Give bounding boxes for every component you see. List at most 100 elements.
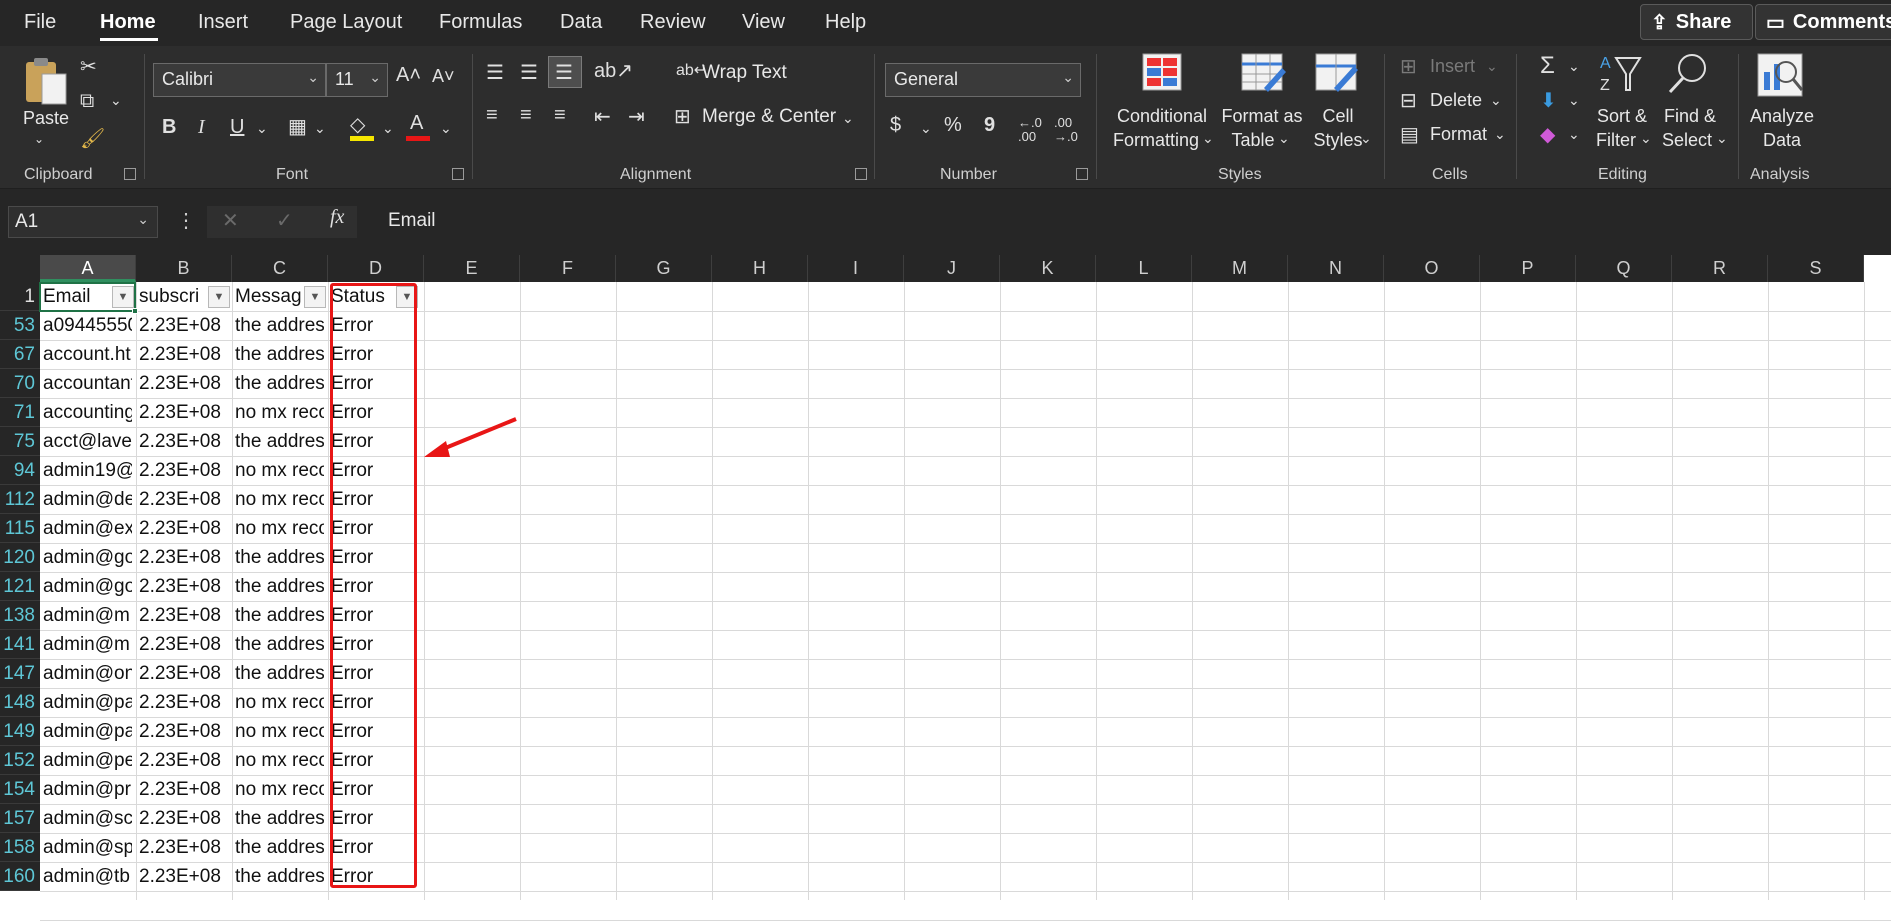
font-name-select[interactable]: Calibri ⌄: [153, 63, 326, 97]
table-cell[interactable]: the address: [232, 572, 324, 601]
table-cell[interactable]: 2.23E+08: [136, 717, 228, 746]
filter-dropdown-icon[interactable]: ▼: [304, 286, 326, 308]
table-cell[interactable]: 2.23E+08: [136, 398, 228, 427]
menu-insert[interactable]: Insert: [198, 11, 248, 34]
wrap-text-button[interactable]: Wrap Text: [702, 62, 787, 84]
share-button[interactable]: ⇪ Share: [1640, 4, 1753, 40]
table-cell[interactable]: no mx reco: [232, 485, 324, 514]
merge-dropdown-icon[interactable]: ⌄: [842, 110, 854, 127]
table-cell[interactable]: no mx reco: [232, 456, 324, 485]
orientation-icon[interactable]: ab↗: [594, 58, 633, 83]
row-header[interactable]: 121: [0, 572, 40, 601]
row-header[interactable]: 154: [0, 775, 40, 804]
decrease-font-size-icon[interactable]: A˅: [432, 66, 455, 87]
table-cell[interactable]: 2.23E+08: [136, 427, 228, 456]
column-header-n[interactable]: N: [1288, 255, 1384, 282]
column-header-j[interactable]: J: [904, 255, 1000, 282]
cut-icon[interactable]: ✂: [80, 54, 97, 79]
bold-button[interactable]: B: [162, 116, 176, 139]
table-cell[interactable]: 2.23E+08: [136, 833, 228, 862]
comma-style-button[interactable]: 9: [984, 114, 995, 137]
table-cell[interactable]: admin@pr: [40, 775, 132, 804]
increase-decimal-button[interactable]: ←.0 .00: [1018, 116, 1048, 144]
table-cell[interactable]: 2.23E+08: [136, 804, 228, 833]
row-header[interactable]: 138: [0, 601, 40, 630]
column-header-h[interactable]: H: [712, 255, 808, 282]
column-header-i[interactable]: I: [808, 255, 904, 282]
table-cell[interactable]: the address: [232, 630, 324, 659]
menu-home[interactable]: Home: [100, 11, 156, 34]
table-cell[interactable]: the address: [232, 427, 324, 456]
column-header-o[interactable]: O: [1384, 255, 1480, 282]
column-header-c[interactable]: C: [232, 255, 328, 282]
more-options-icon[interactable]: ⋮: [176, 208, 196, 233]
font-color-icon[interactable]: A: [410, 112, 423, 135]
row-header[interactable]: 148: [0, 688, 40, 717]
table-cell[interactable]: 2.23E+08: [136, 514, 228, 543]
number-launcher-icon[interactable]: [1076, 168, 1088, 180]
decrease-indent-icon[interactable]: ⇤: [594, 104, 611, 129]
cell-styles-button[interactable]: [1314, 52, 1360, 99]
column-header-f[interactable]: F: [520, 255, 616, 282]
table-cell[interactable]: admin@go: [40, 543, 132, 572]
table-cell[interactable]: 2.23E+08: [136, 659, 228, 688]
table-cell[interactable]: admin@de: [40, 485, 132, 514]
row-header[interactable]: 75: [0, 427, 40, 456]
table-cell[interactable]: admin@pa: [40, 717, 132, 746]
currency-button[interactable]: $: [890, 114, 901, 137]
table-cell[interactable]: 2.23E+08: [136, 456, 228, 485]
borders-dropdown-icon[interactable]: ⌄: [314, 120, 326, 137]
font-color-dropdown-icon[interactable]: ⌄: [440, 120, 452, 137]
row-header[interactable]: 157: [0, 804, 40, 833]
align-center-icon[interactable]: ≡: [520, 104, 532, 127]
percent-button[interactable]: %: [944, 114, 962, 137]
column-header-l[interactable]: L: [1096, 255, 1192, 282]
table-cell[interactable]: accounting: [40, 398, 132, 427]
table-cell[interactable]: the address: [232, 543, 324, 572]
table-cell[interactable]: admin@go: [40, 572, 132, 601]
column-header-s[interactable]: S: [1768, 255, 1864, 282]
table-cell[interactable]: acct@lave: [40, 427, 132, 456]
column-header-b[interactable]: B: [136, 255, 232, 282]
column-header-a[interactable]: A: [40, 255, 136, 282]
table-cell[interactable]: no mx reco: [232, 398, 324, 427]
row-header[interactable]: 120: [0, 543, 40, 572]
row-header[interactable]: 115: [0, 514, 40, 543]
row-header[interactable]: 158: [0, 833, 40, 862]
menu-data[interactable]: Data: [560, 11, 602, 34]
merge-center-button[interactable]: Merge & Center: [702, 106, 836, 128]
menu-file[interactable]: File: [24, 11, 56, 34]
table-cell[interactable]: 2.23E+08: [136, 543, 228, 572]
row-header[interactable]: 149: [0, 717, 40, 746]
table-cell[interactable]: 2.23E+08: [136, 775, 228, 804]
autosum-icon[interactable]: Σ: [1540, 52, 1555, 80]
table-cell[interactable]: 2.23E+08: [136, 601, 228, 630]
table-cell[interactable]: admin@sc: [40, 804, 132, 833]
underline-button[interactable]: U: [230, 116, 244, 139]
table-cell[interactable]: 2.23E+08: [136, 630, 228, 659]
column-header-e[interactable]: E: [424, 255, 520, 282]
clipboard-launcher-icon[interactable]: [124, 168, 136, 180]
format-cells-button[interactable]: Format: [1430, 124, 1487, 145]
table-cell[interactable]: a09445550: [40, 311, 132, 340]
header-cell-subscriber[interactable]: subscri: [136, 282, 208, 311]
fill-icon[interactable]: ⬇: [1540, 88, 1557, 113]
table-cell[interactable]: admin@sp: [40, 833, 132, 862]
table-cell[interactable]: admin@ex: [40, 514, 132, 543]
table-cell[interactable]: the address: [232, 340, 324, 369]
comments-button[interactable]: ▭ Comments: [1755, 4, 1891, 40]
table-cell[interactable]: 2.23E+08: [136, 862, 228, 891]
column-header-m[interactable]: M: [1192, 255, 1288, 282]
number-format-select[interactable]: General ⌄: [885, 63, 1081, 97]
decrease-decimal-button[interactable]: .00 →.0: [1054, 116, 1084, 144]
borders-icon[interactable]: ▦: [288, 114, 307, 139]
fill-handle[interactable]: [132, 308, 138, 314]
table-cell[interactable]: 2.23E+08: [136, 340, 228, 369]
column-header-g[interactable]: G: [616, 255, 712, 282]
table-cell[interactable]: the address: [232, 862, 324, 891]
table-cell[interactable]: 2.23E+08: [136, 688, 228, 717]
font-size-select[interactable]: 11 ⌄: [326, 63, 388, 97]
table-cell[interactable]: 2.23E+08: [136, 746, 228, 775]
row-header[interactable]: 53: [0, 311, 40, 340]
copy-icon[interactable]: ⧉: [80, 90, 94, 113]
